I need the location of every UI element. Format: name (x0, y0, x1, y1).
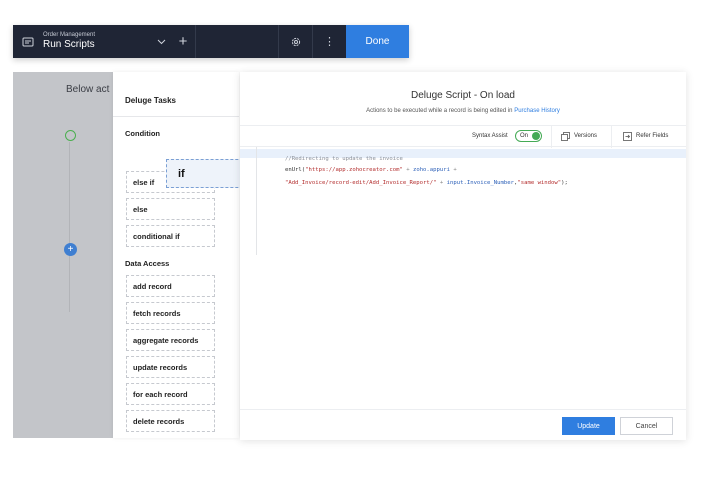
chevron-down-icon[interactable] (151, 25, 171, 58)
toggle-knob (532, 132, 540, 140)
toolbar-separator (611, 126, 612, 148)
editor-subtitle: Actions to be executed while a record is… (240, 108, 686, 114)
section-data-access: Data Access (125, 259, 170, 268)
refer-fields-icon[interactable] (623, 132, 632, 141)
refer-fields-button[interactable]: Refer Fields (636, 133, 668, 139)
flow-connector (69, 142, 70, 312)
task-conditional-if[interactable]: conditional if (126, 225, 215, 247)
code-operator: + (402, 167, 413, 173)
start-node-icon (65, 130, 76, 141)
gear-icon[interactable] (278, 25, 312, 58)
task-delete-records[interactable]: delete records (126, 410, 215, 432)
code-operator: + (436, 180, 447, 186)
code-punct: ); (561, 180, 568, 186)
task-fetch-records[interactable]: fetch records (126, 302, 215, 324)
section-condition: Condition (125, 129, 160, 138)
code-string: "Add_Invoice/record-edit/Add_Invoice_Rep… (284, 180, 437, 186)
app-grid-icon (22, 37, 34, 46)
add-button[interactable]: + (171, 25, 195, 58)
editor-title: Deluge Script - On load (411, 90, 515, 101)
toolbar-separator (551, 126, 552, 148)
app-menu-icon[interactable] (13, 25, 43, 58)
page-title: Run Scripts (43, 39, 95, 50)
code-func: enUrl( (284, 167, 306, 173)
deluge-tasks-panel: Deluge Tasks Condition else if else cond… (113, 72, 239, 438)
code-editor[interactable]: //Redirecting to update the invoice enUr… (240, 147, 686, 255)
update-button[interactable]: Update (562, 417, 615, 435)
code-gutter (256, 147, 257, 255)
top-bar-spacer (195, 25, 278, 58)
task-aggregate-records[interactable]: aggregate records (126, 329, 215, 351)
divider (113, 116, 239, 117)
task-update-records[interactable]: update records (126, 356, 215, 378)
task-else[interactable]: else (126, 198, 215, 220)
editor-subtitle-text: Actions to be executed while a record is… (366, 108, 513, 114)
versions-icon[interactable] (561, 132, 570, 141)
workflow-canvas: Below act + (13, 72, 125, 438)
task-add-record[interactable]: add record (126, 275, 215, 297)
editor-footer: Update Cancel (240, 409, 686, 440)
code-string: "same window" (517, 180, 562, 186)
cancel-button[interactable]: Cancel (620, 417, 673, 435)
breadcrumb: Order Management (43, 32, 96, 38)
tasks-title: Deluge Tasks (125, 96, 176, 105)
code-variable: zoho.appuri (412, 167, 450, 173)
code-variable: input.Invoice_Number (446, 180, 514, 186)
code-line-3: "Add_Invoice/record-edit/Add_Invoice_Rep… (258, 174, 568, 192)
purchase-history-link[interactable]: Purchase History (514, 108, 560, 114)
toggle-state-label: On (520, 133, 529, 139)
canvas-heading: Below act (66, 84, 110, 95)
done-button[interactable]: Done (346, 25, 409, 58)
add-step-button[interactable]: + (64, 243, 77, 256)
versions-button[interactable]: Versions (574, 133, 597, 139)
task-for-each-record[interactable]: for each record (126, 383, 215, 405)
code-operator: + (450, 167, 457, 173)
syntax-assist-label: Syntax Assist (472, 133, 508, 139)
syntax-assist-toggle[interactable]: On (515, 130, 542, 142)
run-scripts-screen: Order Management Run Scripts + ⋮ Done Be… (0, 0, 703, 478)
more-options-icon[interactable]: ⋮ (312, 25, 346, 58)
editor-toolbar: Syntax Assist On Versions Refer Fields (240, 125, 686, 148)
code-string: "https://app.zohocreator.com" (305, 167, 403, 173)
top-bar: Order Management Run Scripts + ⋮ Done (13, 25, 409, 58)
title-block: Order Management Run Scripts (43, 32, 151, 51)
script-editor-dialog: Deluge Script - On load Actions to be ex… (240, 72, 686, 440)
